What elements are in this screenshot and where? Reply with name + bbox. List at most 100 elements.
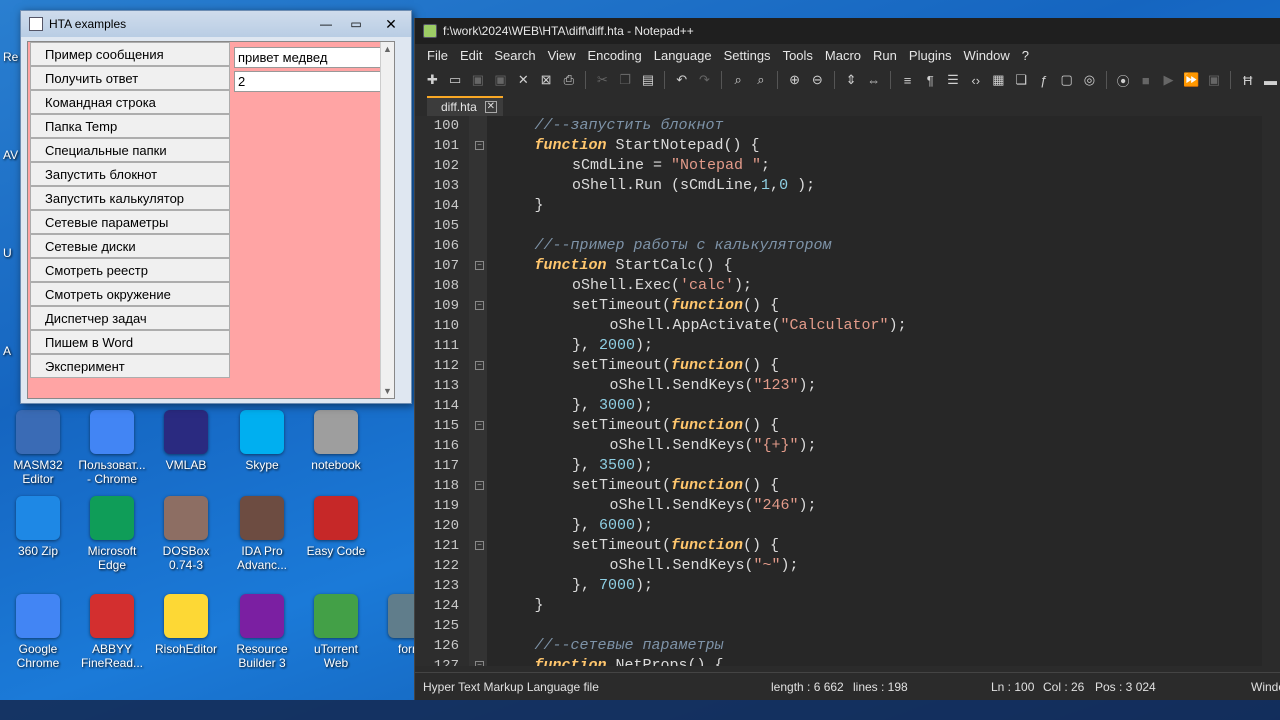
find-icon[interactable]: ⌕ — [729, 71, 748, 90]
zoom-in-icon[interactable]: ⊕ — [785, 71, 804, 90]
hta-action-button[interactable]: Запустить блокнот — [30, 162, 230, 186]
code-editor[interactable]: 100 //--запустить блокнот 101 − function Sta… — [415, 116, 1280, 666]
hta-action-button[interactable]: Специальные папки — [30, 138, 230, 162]
replace-icon[interactable]: ⌕ — [752, 71, 771, 90]
hta-action-button[interactable]: Пример сообщения — [30, 42, 230, 66]
plugin-panel-icon[interactable]: ▬ — [1261, 71, 1280, 90]
menu-item[interactable]: ? — [1016, 48, 1035, 63]
fold-toggle-icon[interactable]: − — [475, 141, 484, 150]
print-icon[interactable]: ⎙ — [559, 71, 578, 90]
undo-icon[interactable]: ↶ — [672, 71, 691, 90]
menu-item[interactable]: Macro — [819, 48, 867, 63]
function-list-icon[interactable]: ƒ — [1035, 71, 1054, 90]
save-macro-icon[interactable]: ▣ — [1205, 71, 1224, 90]
menu-item[interactable]: File — [421, 48, 454, 63]
indent-guide-icon[interactable]: ☰ — [944, 71, 963, 90]
cut-icon[interactable]: ✂ — [593, 71, 612, 90]
desktop-shortcut[interactable]: 360 Zip — [0, 496, 76, 558]
tab-close-icon[interactable]: ✕ — [484, 101, 497, 113]
minimize-button[interactable]: — — [311, 14, 341, 34]
menu-item[interactable]: Plugins — [903, 48, 958, 63]
menu-item[interactable]: View — [542, 48, 582, 63]
menu-item[interactable]: Settings — [718, 48, 777, 63]
save-all-icon[interactable]: ▣ — [491, 71, 510, 90]
hta-action-button[interactable]: Эксперимент — [30, 354, 230, 378]
fold-toggle-icon[interactable]: − — [475, 481, 484, 490]
play-macro-icon[interactable]: ▶ — [1159, 71, 1178, 90]
hta-scrollbar[interactable]: ▲ ▼ — [380, 42, 394, 398]
code-token: }, — [572, 397, 600, 414]
run-macro-multiple-icon[interactable]: ⏩ — [1182, 71, 1201, 90]
menu-item[interactable]: Language — [648, 48, 718, 63]
sync-vertical-icon[interactable]: ⇕ — [842, 71, 861, 90]
paste-icon[interactable]: ▤ — [639, 71, 658, 90]
new-file-icon[interactable]: ✚ — [423, 71, 442, 90]
open-folder-icon[interactable]: ▭ — [446, 71, 465, 90]
document-map-icon[interactable]: ▦ — [989, 71, 1008, 90]
desktop-shortcut[interactable]: IDA Pro Advanc... — [224, 496, 300, 572]
close-button[interactable]: ✕ — [371, 14, 411, 34]
desktop-shortcut[interactable]: Skype — [224, 410, 300, 472]
menu-item[interactable]: Tools — [777, 48, 819, 63]
plugin-h-icon[interactable]: Ħ — [1238, 71, 1257, 90]
menu-item[interactable]: Encoding — [582, 48, 648, 63]
hta-action-button[interactable]: Смотреть окружение — [30, 282, 230, 306]
menu-item[interactable]: Search — [488, 48, 541, 63]
show-all-chars-icon[interactable]: ¶ — [921, 71, 940, 90]
message-input[interactable] — [234, 47, 382, 68]
save-icon[interactable]: ▣ — [468, 71, 487, 90]
desktop-shortcut[interactable]: Resource Builder 3 — [224, 594, 300, 670]
tab-diff-hta[interactable]: diff.hta ✕ — [427, 96, 503, 116]
desktop-shortcut[interactable]: uTorrent Web — [298, 594, 374, 670]
hta-action-button[interactable]: Сетевые диски — [30, 234, 230, 258]
hta-titlebar[interactable]: HTA examples — ▭ ✕ — [21, 11, 411, 37]
desktop-shortcut[interactable]: notebook — [298, 410, 374, 472]
desktop-shortcut[interactable]: Google Chrome — [0, 594, 76, 670]
hta-action-button[interactable]: Смотреть реестр — [30, 258, 230, 282]
hta-action-button[interactable]: Получить ответ — [30, 66, 230, 90]
copy-icon[interactable]: ❐ — [616, 71, 635, 90]
zoom-out-icon[interactable]: ⊖ — [808, 71, 827, 90]
fold-toggle-icon[interactable]: − — [475, 361, 484, 370]
fold-toggle-icon[interactable]: − — [475, 301, 484, 310]
fold-toggle-icon[interactable]: − — [475, 421, 484, 430]
menu-item[interactable]: Edit — [454, 48, 488, 63]
hta-action-button[interactable]: Сетевые параметры — [30, 210, 230, 234]
xml-tag-icon[interactable]: ‹› — [966, 71, 985, 90]
redo-icon[interactable]: ↷ — [695, 71, 714, 90]
document-list-icon[interactable]: ❏ — [1012, 71, 1031, 90]
menu-item[interactable]: Run — [867, 48, 903, 63]
desktop-shortcut[interactable]: Пользоват... - Chrome — [74, 410, 150, 486]
hta-action-button[interactable]: Командная строка — [30, 90, 230, 114]
close-all-icon[interactable]: ⊠ — [537, 71, 556, 90]
fold-toggle-icon[interactable]: − — [475, 661, 484, 666]
desktop-shortcut[interactable]: Microsoft Edge — [74, 496, 150, 572]
word-wrap-icon[interactable]: ≡ — [898, 71, 917, 90]
npp-titlebar[interactable]: f:\work\2024\WEB\HTA\diff\diff.hta - Not… — [415, 18, 1280, 44]
code-line: 115 − setTimeout(function() { — [415, 416, 1280, 436]
desktop-shortcut[interactable]: DOSBox 0.74-3 — [148, 496, 224, 572]
hta-action-button[interactable]: Папка Temp — [30, 114, 230, 138]
hta-action-button[interactable]: Запустить калькулятор — [30, 186, 230, 210]
record-macro-icon[interactable]: ⦿ — [1114, 71, 1133, 90]
stop-macro-icon[interactable]: ■ — [1136, 71, 1155, 90]
close-file-icon[interactable]: ✕ — [514, 71, 533, 90]
hta-action-button[interactable]: Пишем в Word — [30, 330, 230, 354]
menu-item[interactable]: Window — [958, 48, 1016, 63]
hta-action-button[interactable]: Диспетчер задач — [30, 306, 230, 330]
scroll-down-icon[interactable]: ▼ — [383, 386, 392, 396]
answer-input[interactable] — [234, 71, 382, 92]
desktop-shortcut[interactable]: ABBYY FineRead... — [74, 594, 150, 670]
maximize-button[interactable]: ▭ — [341, 14, 371, 34]
desktop-shortcut[interactable]: RisohEditor — [148, 594, 224, 656]
desktop-shortcut[interactable]: VMLAB — [148, 410, 224, 472]
fold-toggle-icon[interactable]: − — [475, 261, 484, 270]
desktop-shortcut[interactable]: Easy Code — [298, 496, 374, 558]
scroll-up-icon[interactable]: ▲ — [383, 44, 392, 54]
taskbar[interactable] — [0, 700, 1280, 720]
folder-workspace-icon[interactable]: ▢ — [1057, 71, 1076, 90]
fold-toggle-icon[interactable]: − — [475, 541, 484, 550]
sync-horizontal-icon[interactable]: ⇔ — [864, 71, 883, 90]
desktop-shortcut[interactable]: MASM32 Editor — [0, 410, 76, 486]
monitoring-icon[interactable]: ◎ — [1080, 71, 1099, 90]
